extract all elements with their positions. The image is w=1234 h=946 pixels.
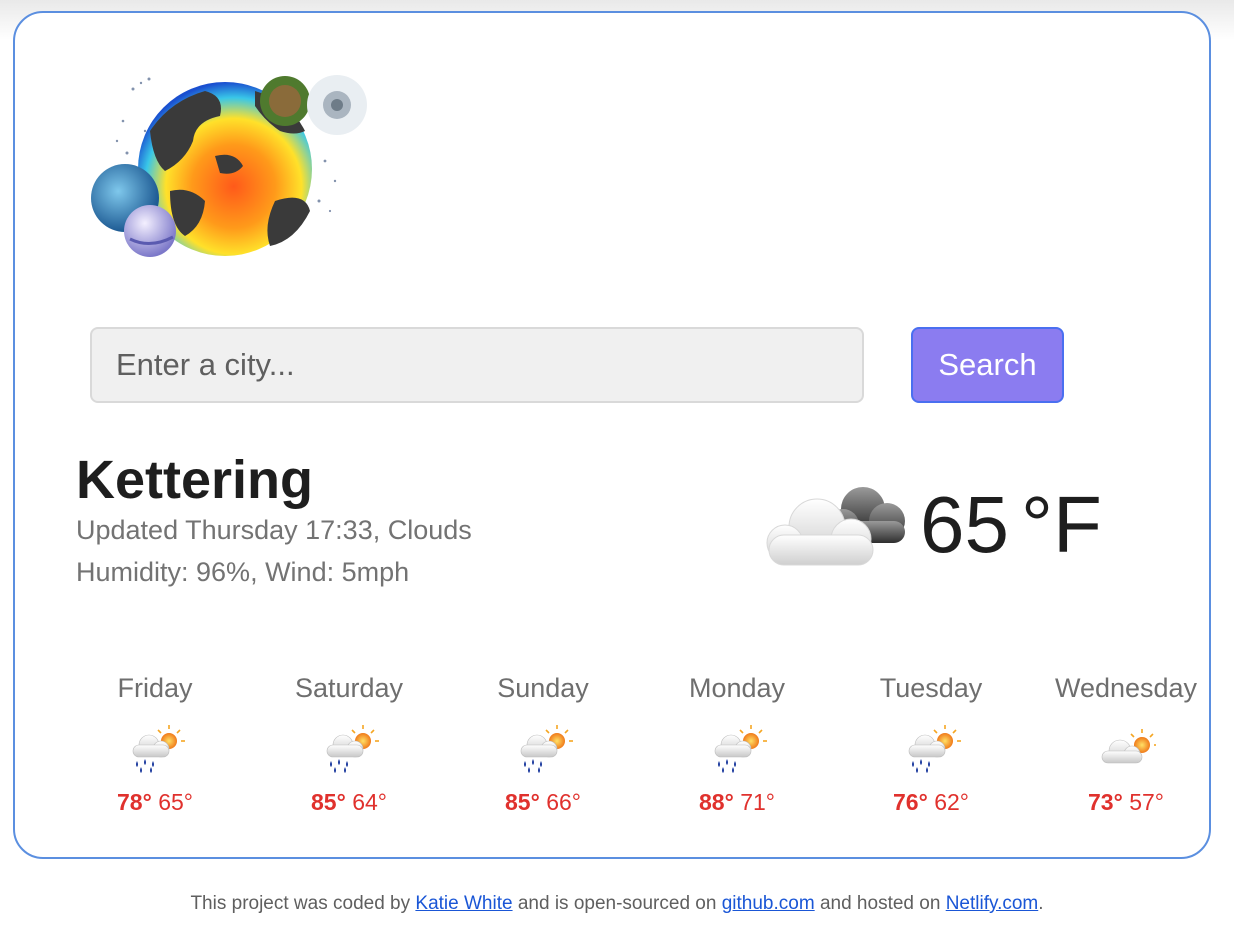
footer: This project was coded by Katie White an… (0, 893, 1234, 915)
forecast-max: 76° (893, 789, 928, 815)
forecast-day: Friday 78° 65° (55, 673, 255, 816)
forecast-min: 71° (740, 789, 775, 815)
broken-clouds-icon (766, 487, 905, 566)
github-link[interactable]: github.com (722, 893, 815, 914)
forecast-max: 78° (117, 789, 152, 815)
city-name: Kettering (76, 450, 314, 510)
forecast-temps: 85° 66° (443, 789, 643, 816)
forecast-min: 66° (546, 789, 581, 815)
forecast-temps: 73° 57° (1026, 789, 1226, 816)
forecast-day-name: Saturday (294, 673, 404, 703)
temperature-unit: °F (1020, 480, 1102, 569)
forecast-row: Friday 78° 65° Saturday 85° 64° Sunday 8… (55, 673, 1215, 823)
forecast-day: Sunday 85° 66° (443, 673, 643, 816)
forecast-temps: 88° 71° (637, 789, 837, 816)
forecast-day-name: Sunday (497, 673, 589, 703)
rain-sun-icon (707, 725, 767, 773)
forecast-day: Tuesday 76° 62° (831, 673, 1031, 816)
earth-logo-image (91, 75, 367, 257)
city-search-input[interactable] (90, 327, 864, 403)
rain-sun-icon (513, 725, 573, 773)
forecast-day: Monday 88° 71° (637, 673, 837, 816)
forecast-day-name: Wednesday (1054, 673, 1198, 703)
current-temperature: 65 °F (920, 479, 1102, 571)
forecast-min: 62° (934, 789, 969, 815)
forecast-max: 73° (1088, 789, 1123, 815)
footer-text: and hosted on (819, 893, 941, 914)
forecast-min: 57° (1129, 789, 1164, 815)
author-link[interactable]: Katie White (415, 893, 512, 914)
forecast-day: Saturday 85° 64° (249, 673, 449, 816)
footer-text: and is open-sourced on (517, 893, 717, 914)
temperature-value: 65 (920, 480, 1009, 569)
forecast-day-name: Tuesday (879, 673, 983, 703)
forecast-temps: 76° 62° (831, 789, 1031, 816)
forecast-max: 85° (505, 789, 540, 815)
updated-description: Updated Thursday 17:33, Clouds (76, 515, 472, 545)
weather-card: Search Kettering Updated Thursday 17:33,… (13, 11, 1211, 859)
footer-text: . (1038, 893, 1044, 914)
humidity-wind: Humidity: 96%, Wind: 5mph (76, 557, 410, 587)
forecast-max: 85° (311, 789, 346, 815)
rain-sun-icon (125, 725, 185, 773)
forecast-temps: 78° 65° (55, 789, 255, 816)
partly-cloudy-icon (1096, 725, 1156, 773)
rain-sun-icon (901, 725, 961, 773)
forecast-max: 88° (699, 789, 734, 815)
rain-sun-icon (319, 725, 379, 773)
forecast-day: Wednesday 73° 57° (1026, 673, 1226, 816)
forecast-day-name: Monday (688, 673, 786, 703)
forecast-day-name: Friday (117, 673, 193, 703)
forecast-min: 65° (158, 789, 193, 815)
netlify-link[interactable]: Netlify.com (946, 893, 1039, 914)
search-button[interactable]: Search (911, 327, 1064, 403)
forecast-temps: 85° 64° (249, 789, 449, 816)
footer-text: This project was coded by (190, 893, 411, 914)
forecast-min: 64° (352, 789, 387, 815)
